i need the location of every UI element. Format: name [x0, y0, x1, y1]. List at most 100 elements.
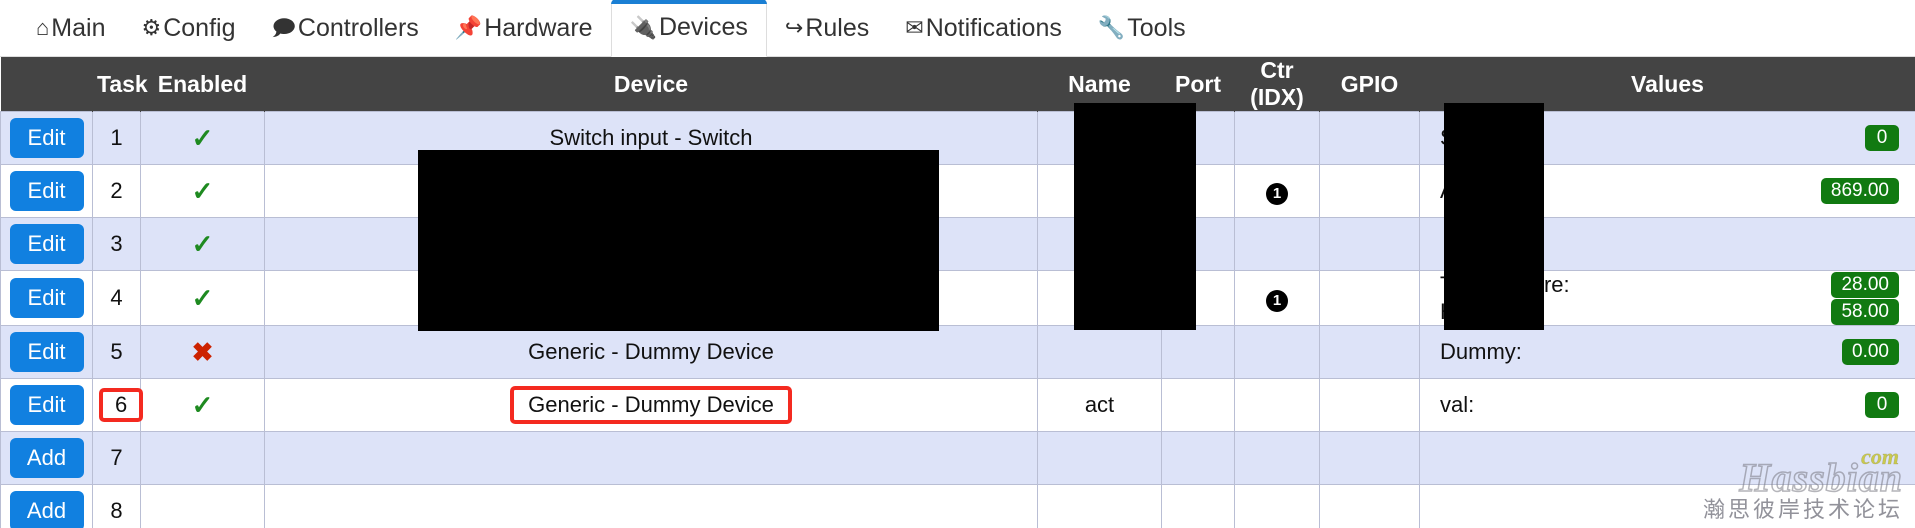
name-redaction-block [1074, 103, 1196, 330]
home-icon: ⌂ [36, 15, 50, 40]
edit-button[interactable]: Edit [9, 171, 84, 211]
nav-item-label: Notifications [925, 13, 1062, 42]
device-label: Generic - Dummy Device [528, 392, 774, 417]
edit-button[interactable]: Edit [9, 118, 84, 158]
nav-item-hardware[interactable]: 📌 Hardware [437, 0, 611, 56]
column-header-label: Ctr (IDX) [1250, 57, 1304, 110]
cell-port [1161, 325, 1235, 379]
value-row: Dummy: 0.00 [1426, 339, 1909, 366]
cross-icon: ✖ [191, 336, 214, 367]
device-label: Switch input - Switch [549, 125, 753, 150]
nav-item-controllers[interactable]: 🗩 Controllers [253, 0, 436, 56]
nav-item-label: Config [163, 13, 236, 42]
nav-item-rules[interactable]: ↪ Rules [767, 0, 887, 56]
edit-button[interactable]: Edit [9, 332, 84, 372]
task-number: 5 [110, 339, 123, 364]
task-number: 6 [115, 392, 128, 417]
cell-enabled: ✖ [140, 325, 265, 379]
chat-icon: 🗩 [271, 15, 296, 40]
cell-device [264, 431, 1038, 485]
name-label: act [1084, 392, 1115, 417]
table-row: Edit1✓Switch input - SwitchState:0 [0, 111, 1915, 165]
cell-enabled: ✓ [140, 270, 265, 326]
add-button[interactable]: Add [9, 438, 84, 478]
edit-button[interactable]: Edit [9, 278, 84, 318]
cell-gpio [1319, 431, 1420, 485]
table-row: Edit2✓1Analog:869.00 [0, 164, 1915, 218]
check-icon: ✓ [191, 175, 214, 206]
cell-action: Edit [0, 325, 93, 379]
table-row: Add 7 [0, 431, 1915, 485]
nav-item-devices[interactable]: 🔌 Devices [610, 0, 768, 57]
devices-table: Task Enabled Device Name Port Ctr (IDX) GPIO Va… [0, 57, 1915, 528]
cell-task: 1 [92, 111, 141, 165]
edit-button[interactable]: Edit [9, 385, 84, 425]
nav-item-label: Devices [658, 13, 748, 41]
check-icon: ✓ [191, 228, 214, 259]
value-badge: 0.00 [1842, 339, 1899, 365]
cell-port [1161, 484, 1235, 528]
cell-device: Generic - Dummy Device [264, 378, 1038, 432]
value-label: Dummy: [1440, 339, 1522, 364]
cell-port [1161, 378, 1235, 432]
cell-action: Edit [0, 378, 93, 432]
cell-task: 3 [92, 217, 141, 271]
cell-ctr-idx [1234, 217, 1320, 271]
cell-task: 8 [92, 484, 141, 528]
check-icon: ✓ [191, 282, 214, 313]
cell-action: Edit [0, 164, 93, 218]
cell-ctr-idx [1234, 378, 1320, 432]
cell-task: 5 [92, 325, 141, 379]
column-header-ctr-idx: Ctr (IDX) [1234, 57, 1320, 112]
edit-button[interactable]: Edit [9, 224, 84, 264]
nav-item-main[interactable]: ⌂ Main [18, 0, 123, 56]
nav-item-notifications[interactable]: ✉ Notifications [887, 0, 1080, 56]
nav-item-tools[interactable]: 🔧 Tools [1080, 0, 1204, 56]
column-header-label: Values [1631, 70, 1704, 97]
device-highlight-box: Generic - Dummy Device [510, 386, 792, 424]
cell-task: 7 [92, 431, 141, 485]
cell-action: Add [0, 484, 93, 528]
cell-action: Edit [0, 111, 93, 165]
cell-values [1419, 484, 1915, 528]
cell-enabled [140, 431, 265, 485]
add-button[interactable]: Add [9, 491, 84, 528]
cell-task: 4 [92, 270, 141, 326]
cell-ctr-idx [1234, 111, 1320, 165]
nav-item-label: Tools [1127, 13, 1186, 42]
device-redaction-block [418, 150, 939, 331]
value-badge: 869.00 [1820, 178, 1899, 204]
task-number: 4 [110, 285, 123, 310]
cell-device [264, 484, 1038, 528]
plug-icon: 🔌 [629, 14, 657, 40]
cell-gpio [1319, 325, 1420, 379]
device-label: Generic - Dummy Device [528, 339, 774, 364]
task-highlight-box: 6 [99, 388, 144, 422]
cell-name: act [1037, 378, 1162, 432]
devices-table-header-row: Task Enabled Device Name Port Ctr (IDX) GPIO Va… [0, 57, 1915, 112]
main-navigation: ⌂ Main ⚙ Config 🗩 Controllers 📌 Hardware 🔌 Device… [0, 0, 1915, 57]
gear-icon: ⚙ [141, 15, 162, 40]
table-row: Edit4✓1Temperature:28.00Humidity:58.00 [0, 270, 1915, 326]
value-badge: 28.00 [1831, 271, 1899, 298]
cell-gpio [1319, 164, 1420, 218]
nav-item-label: Controllers [297, 13, 419, 42]
cell-action: Add [0, 431, 93, 485]
cell-gpio [1319, 378, 1420, 432]
ctr-idx-badge: 1 [1266, 289, 1288, 312]
ctr-idx-badge: 1 [1266, 182, 1288, 205]
cell-gpio [1319, 217, 1420, 271]
column-header-action [0, 57, 93, 112]
value-badge: 0 [1865, 125, 1899, 151]
column-header-label: Name [1068, 70, 1131, 97]
column-header-gpio: GPIO [1319, 57, 1420, 112]
nav-item-config[interactable]: ⚙ Config [123, 0, 253, 56]
task-number: 2 [110, 178, 123, 203]
cell-ctr-idx: 1 [1234, 164, 1320, 218]
cell-task: 6 [92, 378, 144, 432]
cell-values [1419, 431, 1915, 485]
cell-name [1037, 431, 1162, 485]
cell-enabled: ✓ [140, 378, 265, 432]
cell-enabled [140, 484, 265, 528]
check-icon: ✓ [191, 122, 214, 153]
